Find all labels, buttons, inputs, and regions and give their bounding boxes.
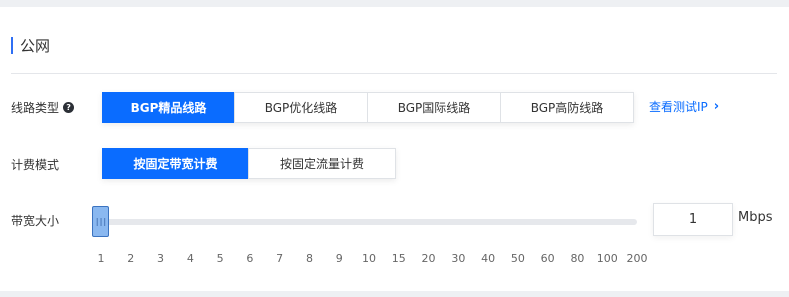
line-type-option-bgp-international[interactable]: BGP国际线路 <box>367 92 501 123</box>
tick-label: 7 <box>276 252 284 265</box>
tick-label: 200 <box>626 252 648 265</box>
bandwidth-unit: Mbps <box>738 210 773 225</box>
tick-label: 50 <box>510 252 525 265</box>
tick-label: 6 <box>246 252 254 265</box>
section-title-text: 公网 <box>20 36 51 55</box>
help-icon[interactable]: ? <box>63 102 75 113</box>
billing-selector: 按固定带宽计费 按固定流量计费 <box>102 148 396 179</box>
line-type-label: 线路类型 ? <box>11 99 75 116</box>
tick-label: 8 <box>305 252 313 265</box>
section-title: 公网 <box>11 35 50 55</box>
billing-label-text: 计费模式 <box>11 158 60 172</box>
divider <box>11 73 777 74</box>
line-type-option-bgp-ddos[interactable]: BGP高防线路 <box>500 92 634 123</box>
line-type-option-bgp-premium[interactable]: BGP精品线路 <box>102 92 235 123</box>
tick-label: 5 <box>216 252 224 265</box>
tick-label: 4 <box>186 252 194 265</box>
line-type-selector: BGP精品线路 BGP优化线路 BGP国际线路 BGP高防线路 <box>102 92 634 123</box>
view-test-ip-link[interactable]: 查看测试IP › <box>649 98 719 115</box>
tick-label: 1 <box>97 252 105 265</box>
bandwidth-slider-track[interactable] <box>101 219 637 225</box>
tick-label: 60 <box>540 252 555 265</box>
billing-option-fixed-bandwidth[interactable]: 按固定带宽计费 <box>102 148 249 179</box>
billing-label: 计费模式 <box>11 156 59 173</box>
chevron-right-icon: › <box>713 99 720 114</box>
bandwidth-label: 带宽大小 <box>11 212 59 229</box>
billing-option-fixed-traffic[interactable]: 按固定流量计费 <box>248 148 396 179</box>
tick-label: 30 <box>451 252 466 265</box>
line-type-label-text: 线路类型 <box>11 101 60 115</box>
tick-label: 15 <box>391 252 406 265</box>
tick-label: 2 <box>127 252 135 265</box>
bandwidth-slider-handle[interactable]: ||| <box>92 206 109 237</box>
tick-label: 20 <box>421 252 436 265</box>
grip-icon: ||| <box>94 217 107 226</box>
view-test-ip-text: 查看测试IP <box>649 100 708 114</box>
tick-label: 9 <box>335 252 343 265</box>
tick-label: 3 <box>157 252 165 265</box>
bandwidth-input[interactable] <box>653 203 733 236</box>
title-accent-bar <box>11 36 13 54</box>
tick-label: 10 <box>362 252 376 265</box>
tick-label: 40 <box>481 252 496 265</box>
line-type-option-bgp-optimized[interactable]: BGP优化线路 <box>234 92 368 123</box>
tick-label: 80 <box>570 252 585 265</box>
bandwidth-label-text: 带宽大小 <box>11 214 60 228</box>
bandwidth-tick-labels: 1 2 3 4 5 6 7 8 9 10 15 20 30 40 50 60 80 100 200 <box>0 252 789 266</box>
tick-label: 100 <box>596 252 618 265</box>
